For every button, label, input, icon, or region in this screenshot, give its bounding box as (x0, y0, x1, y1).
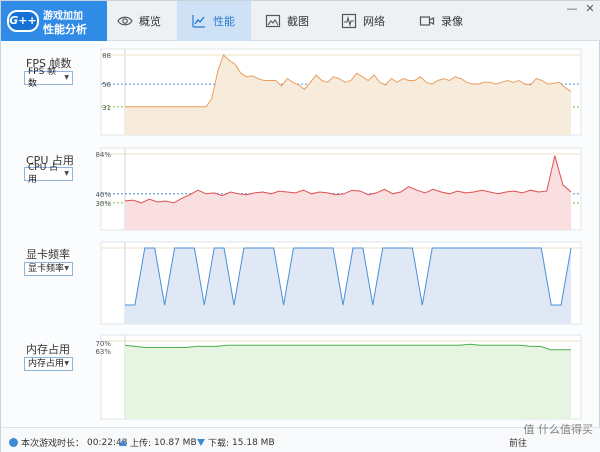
status-footer: 本次游戏时长： 00:22:43 上传: 10.87 MB 下载: 15.18 … (1, 427, 600, 452)
app-window: G++ 游戏加加 性能分析 概览 性能 截图 网络 录像 — ✕ FPS 帧数 … (0, 0, 600, 452)
download-value: 15.18 MB (232, 437, 275, 448)
fps-tick-label: 88 (102, 52, 111, 60)
upload-label: 上传: (130, 439, 152, 449)
mem-area (125, 344, 571, 419)
download-stat: 下载: 15.18 MB (197, 436, 275, 449)
cpu-tick-label: 30% (95, 200, 111, 208)
fps-tick-label: 56 (102, 81, 111, 89)
fps-tick-label: 31 (102, 104, 111, 112)
cpu-tick-label: 40% (95, 191, 111, 199)
mem-tick-label: 63% (95, 348, 111, 356)
upload-arrow-icon (119, 439, 127, 446)
clock-icon (9, 438, 18, 447)
game-duration: 本次游戏时长： 00:22:43 (9, 436, 127, 449)
performance-charts: 88563184%40%30%70%63% (95, 48, 582, 420)
download-arrow-icon (197, 439, 205, 446)
site-watermark: 值 什么值得买 (523, 423, 594, 436)
upload-value: 10.87 MB (154, 437, 197, 448)
cpu-tick-label: 84% (95, 151, 111, 159)
download-label: 下载: (208, 439, 230, 449)
duration-label: 本次游戏时长： (21, 439, 85, 449)
goto-link[interactable]: 前往 (509, 436, 527, 449)
upload-stat: 上传: 10.87 MB (119, 436, 197, 449)
